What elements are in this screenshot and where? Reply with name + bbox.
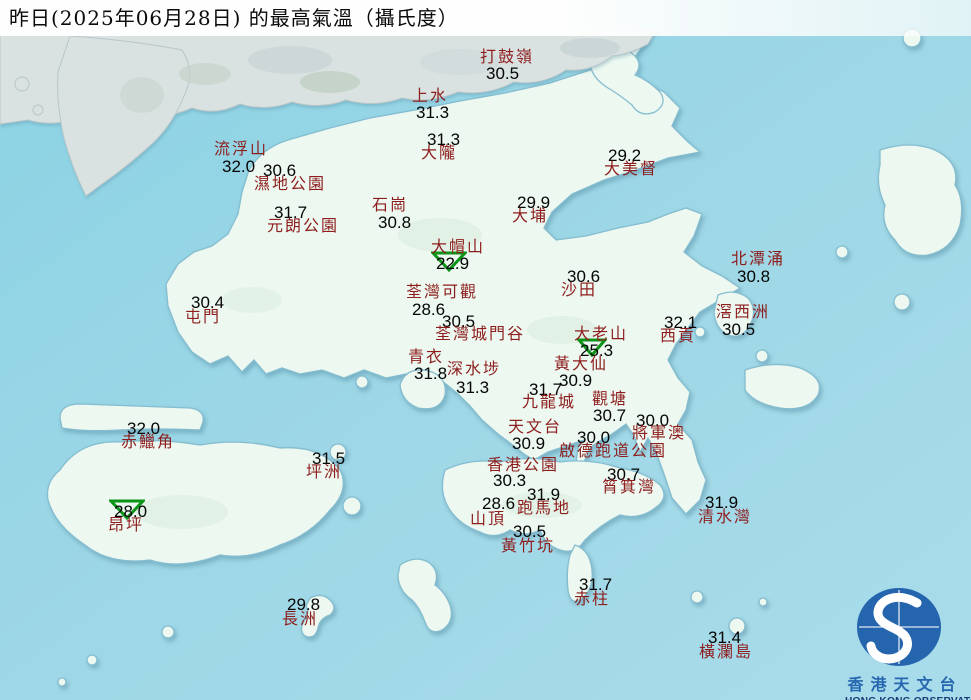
ma-wan-island — [355, 375, 369, 389]
station-temp: 31.3 — [456, 378, 490, 397]
small-island — [835, 245, 849, 259]
station-label: 跑馬地 — [517, 498, 572, 517]
station-label: 青衣 — [408, 347, 445, 366]
station-label: 赤柱 — [574, 589, 611, 608]
station-label: 啟德跑道公園 — [559, 441, 668, 460]
station-label: 橫瀾島 — [699, 642, 754, 661]
station-label: 長洲 — [282, 609, 319, 628]
station-label: 元朗公園 — [267, 216, 340, 235]
station-label: 筲箕灣 — [602, 477, 657, 496]
station-label: 荃灣可觀 — [406, 282, 479, 301]
station-temp: 22.9 — [436, 254, 470, 273]
station-label: 坪洲 — [306, 462, 343, 481]
station-label: 九龍城 — [522, 392, 577, 411]
islet — [14, 76, 30, 92]
station-label: 黃竹坑 — [501, 536, 556, 555]
hei-ling-chau-island — [342, 496, 362, 516]
station-label: 大埔 — [512, 206, 549, 225]
small-island — [893, 293, 911, 311]
station-label: 屯門 — [185, 307, 222, 326]
station-temp: 32.0 — [222, 157, 256, 176]
station-label: 濕地公園 — [254, 174, 327, 193]
hko-logo-chinese-text: 香港天文台 — [847, 675, 963, 694]
station-temp: 30.9 — [559, 371, 593, 390]
soko-islands — [161, 625, 175, 639]
station-label: 大隴 — [421, 143, 458, 162]
station-label: 大美督 — [604, 159, 659, 178]
station-temp: 30.3 — [493, 471, 527, 490]
station-temp: 31.3 — [416, 103, 450, 122]
station-temp: 30.7 — [593, 406, 627, 425]
station-label: 石崗 — [372, 195, 409, 214]
station-label: 流浮山 — [214, 139, 269, 158]
station-label: 上水 — [412, 86, 449, 105]
station-label: 滘西洲 — [716, 302, 771, 321]
jin-island — [755, 349, 769, 363]
max-temperature-map: 昨日(2025年06月28日) 的最高氣溫（攝氏度） 打鼓嶺 30.5 上水 3… — [0, 0, 971, 700]
station-label: 天文台 — [508, 417, 563, 436]
station-label: 西貢 — [660, 326, 697, 345]
station-label: 沙田 — [561, 280, 598, 299]
station-temp: 30.8 — [737, 267, 771, 286]
station-label: 荃灣城門谷 — [435, 324, 526, 343]
station-label: 大帽山 — [431, 237, 486, 256]
station-temp: 28.6 — [412, 300, 446, 319]
station-temp: 31.8 — [414, 364, 448, 383]
hko-logo-english-text: HONG KONG OBSERVATORY — [845, 696, 971, 700]
hko-logo: 香港天文台 HONG KONG OBSERVATORY — [845, 585, 971, 700]
station-label: 深水埗 — [447, 359, 502, 378]
page-title: 昨日(2025年06月28日) 的最高氣溫（攝氏度） — [0, 0, 971, 36]
station-label: 山頂 — [470, 509, 507, 528]
station-temp: 30.5 — [722, 320, 756, 339]
station-label: 打鼓嶺 — [480, 47, 535, 66]
station-label: 大老山 — [574, 324, 629, 343]
station-label: 昂坪 — [108, 515, 145, 534]
islet — [32, 104, 44, 116]
station-label: 觀塘 — [592, 389, 629, 408]
station-label: 赤鱲角 — [121, 432, 176, 451]
station-label: 清水灣 — [698, 507, 753, 526]
islet — [758, 597, 768, 607]
station-temp: 30.5 — [486, 64, 520, 83]
station-temp: 30.8 — [378, 213, 412, 232]
station-label: 北潭涌 — [731, 249, 786, 268]
islet — [86, 654, 98, 666]
station-label: 將軍澳 — [632, 423, 687, 442]
hong-kong-map — [0, 0, 971, 700]
tung-lung-islet — [690, 590, 704, 604]
station-label: 黃大仙 — [554, 354, 609, 373]
station-temp: 30.9 — [512, 434, 546, 453]
islet — [57, 677, 67, 687]
